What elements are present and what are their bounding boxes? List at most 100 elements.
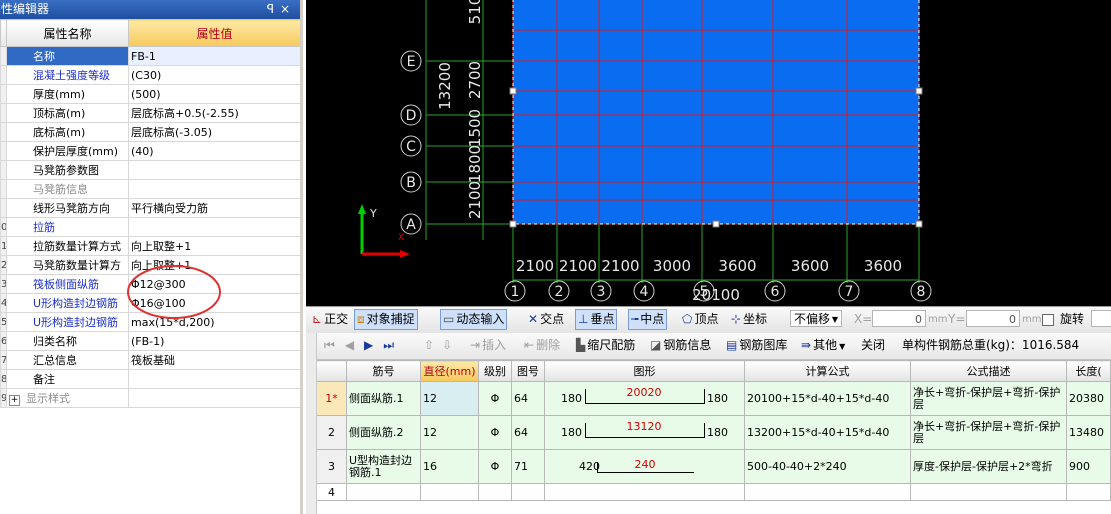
property-value[interactable]: 向上取整+1: [128, 255, 300, 275]
property-row[interactable]: 9+显示样式: [0, 388, 300, 408]
column-header[interactable]: 直径(mm): [420, 360, 479, 382]
property-row[interactable]: 0拉筋: [0, 217, 300, 237]
property-row[interactable]: 名称 FB-1: [0, 46, 300, 66]
figure-number-cell[interactable]: 64: [511, 381, 545, 416]
slab-fill[interactable]: [513, 0, 919, 224]
drawing-svg[interactable]: EDCBA1 2 3 4 5 6 7 82100 2100 2100 3000 3600 3600 360…: [306, 0, 1111, 306]
property-row[interactable]: 厚度(mm) (500): [0, 84, 300, 104]
property-value[interactable]: FB-1: [128, 46, 300, 66]
move-up-icon[interactable]: ⇧: [424, 338, 442, 352]
grade-cell[interactable]: Φ: [478, 449, 512, 484]
shape-cell[interactable]: 180 13120 180: [544, 415, 745, 450]
shape-cell[interactable]: [544, 483, 745, 501]
insert-button[interactable]: ⇥ 插入: [470, 336, 506, 355]
title-buttons[interactable]: ꟼ×: [267, 0, 296, 19]
property-row[interactable]: 混凝土强度等级 (C30): [0, 65, 300, 85]
grade-cell[interactable]: Φ: [478, 415, 512, 450]
snap-midpoint[interactable]: ╼ 中点: [628, 309, 668, 330]
bar-name-cell[interactable]: 侧面纵筋.1: [346, 381, 421, 416]
property-value[interactable]: 筏板基础: [128, 350, 300, 370]
next-record-icon[interactable]: ▶: [364, 338, 383, 352]
table-row[interactable]: 1* 侧面纵筋.1 12 Φ 64 180 20020 180 20100+15*d-40+15…: [316, 381, 1111, 416]
property-row[interactable]: 底标高(m) 层底标高(-3.05): [0, 122, 300, 142]
diameter-cell[interactable]: 12: [420, 415, 479, 450]
y-input[interactable]: 0: [966, 310, 1020, 327]
property-row[interactable]: 马凳筋信息: [0, 179, 300, 199]
property-row[interactable]: 8备注: [0, 369, 300, 389]
rebar-library-button[interactable]: ▤ 钢筋图库: [726, 336, 787, 355]
close-button[interactable]: 关闭: [861, 336, 885, 355]
bar-name-cell[interactable]: U型构造封边钢筋.1: [346, 449, 421, 484]
property-value[interactable]: 向上取整+1: [128, 236, 300, 256]
property-value[interactable]: [128, 160, 300, 180]
formula-cell[interactable]: 20100+15*d-40+15*d-40: [744, 381, 911, 416]
property-value[interactable]: 层底标高+0.5(-2.55): [128, 103, 300, 123]
length-cell[interactable]: [1066, 483, 1111, 501]
dynamic-input-toggle[interactable]: ▭ 动态输入: [440, 309, 508, 330]
snap-vertex[interactable]: ⬠ 顶点: [682, 310, 718, 329]
snap-coordinate[interactable]: ⊹ 坐标: [731, 310, 767, 329]
row-number[interactable]: 2: [316, 415, 347, 450]
property-row[interactable]: 1拉筋数量计算方式向上取整+1: [0, 236, 300, 256]
formula-description-cell[interactable]: 净长+弯折-保护层+弯折-保护层: [910, 415, 1067, 450]
grade-cell[interactable]: Φ: [478, 381, 512, 416]
property-value[interactable]: max(15*d,200): [128, 312, 300, 332]
nav-buttons[interactable]: ⏮◀▶⏭: [324, 336, 404, 355]
bar-name-cell[interactable]: [346, 483, 421, 501]
rotate-input[interactable]: [1091, 310, 1111, 327]
column-header[interactable]: 计算公式: [744, 360, 911, 382]
offset-select[interactable]: 不偏移 ▼: [790, 310, 842, 327]
property-row[interactable]: 5U形构造封边钢筋max(15*d,200): [0, 312, 300, 332]
formula-description-cell[interactable]: 厚度-保护层-保护层+2*弯折: [910, 449, 1067, 484]
property-value[interactable]: Φ12@300: [128, 274, 300, 294]
x-input[interactable]: 0: [872, 310, 926, 327]
property-value[interactable]: (40): [128, 141, 300, 161]
snap-intersection[interactable]: ✕ 交点: [528, 310, 564, 329]
formula-cell[interactable]: 13200+15*d-40+15*d-40: [744, 415, 911, 450]
first-record-icon[interactable]: ⏮: [324, 338, 345, 352]
table-row[interactable]: 4: [316, 483, 1111, 501]
rebar-info-button[interactable]: ◪ 钢筋信息: [650, 336, 711, 355]
column-header[interactable]: 公式描述: [910, 360, 1067, 382]
property-value[interactable]: 层底标高(-3.05): [128, 122, 300, 142]
length-cell[interactable]: 20380: [1066, 381, 1111, 416]
figure-number-cell[interactable]: 64: [511, 415, 545, 450]
snap-perpendicular[interactable]: ⊥ 垂点: [575, 309, 618, 330]
figure-number-cell[interactable]: [511, 483, 545, 501]
property-row[interactable]: 马凳筋参数图: [0, 160, 300, 180]
property-value[interactable]: [128, 217, 300, 237]
row-number[interactable]: 1*: [316, 381, 347, 416]
drawing-canvas[interactable]: E D C B A 1 2 3 4 5 6 7 8 2100 2100 2100 3000 3600 3600 360…: [306, 0, 1111, 306]
delete-button[interactable]: ⇤ 删除: [524, 336, 560, 355]
property-value[interactable]: (C30): [128, 65, 300, 85]
ortho-toggle[interactable]: ⊾ 正交: [312, 310, 348, 329]
shape-cell[interactable]: 420 240: [544, 449, 745, 484]
column-header[interactable]: 筋号: [346, 360, 421, 382]
formula-description-cell[interactable]: 净长+弯折-保护层+弯折-保护层: [910, 381, 1067, 416]
formula-cell[interactable]: 500-40-40+2*240: [744, 449, 911, 484]
property-value[interactable]: [128, 369, 300, 389]
property-value[interactable]: [128, 179, 300, 199]
property-value[interactable]: (500): [128, 84, 300, 104]
row-number[interactable]: 3: [316, 449, 347, 484]
property-row[interactable]: 7汇总信息筏板基础: [0, 350, 300, 370]
property-row[interactable]: 线形马凳筋方向 平行横向受力筋: [0, 198, 300, 218]
rotate-checkbox[interactable]: [1042, 310, 1054, 329]
scale-rebar-button[interactable]: ▙ 缩尺配筋: [576, 336, 635, 355]
pin-icon[interactable]: ꟼ: [267, 2, 280, 16]
table-row[interactable]: 3 U型构造封边钢筋.1 16 Φ 71 420 240 500-40-40+2*240 厚度-…: [316, 449, 1111, 484]
column-header[interactable]: 长度(: [1066, 360, 1111, 382]
diameter-cell[interactable]: [420, 483, 479, 501]
diameter-cell[interactable]: 12: [420, 381, 479, 416]
property-value[interactable]: 平行横向受力筋: [128, 198, 300, 218]
grade-cell[interactable]: [478, 483, 512, 501]
close-icon[interactable]: ×: [280, 2, 296, 16]
formula-cell[interactable]: [744, 483, 911, 501]
table-row[interactable]: 2 侧面纵筋.2 12 Φ 64 180 13120 180 13200+15*d-40+15*…: [316, 415, 1111, 450]
length-cell[interactable]: 900: [1066, 449, 1111, 484]
property-value[interactable]: (FB-1): [128, 331, 300, 351]
bar-name-cell[interactable]: 侧面纵筋.2: [346, 415, 421, 450]
property-row[interactable]: 3筏板侧面纵筋Φ12@300: [0, 274, 300, 294]
property-value[interactable]: [128, 388, 300, 408]
move-buttons[interactable]: ⇧⇩: [424, 336, 460, 355]
